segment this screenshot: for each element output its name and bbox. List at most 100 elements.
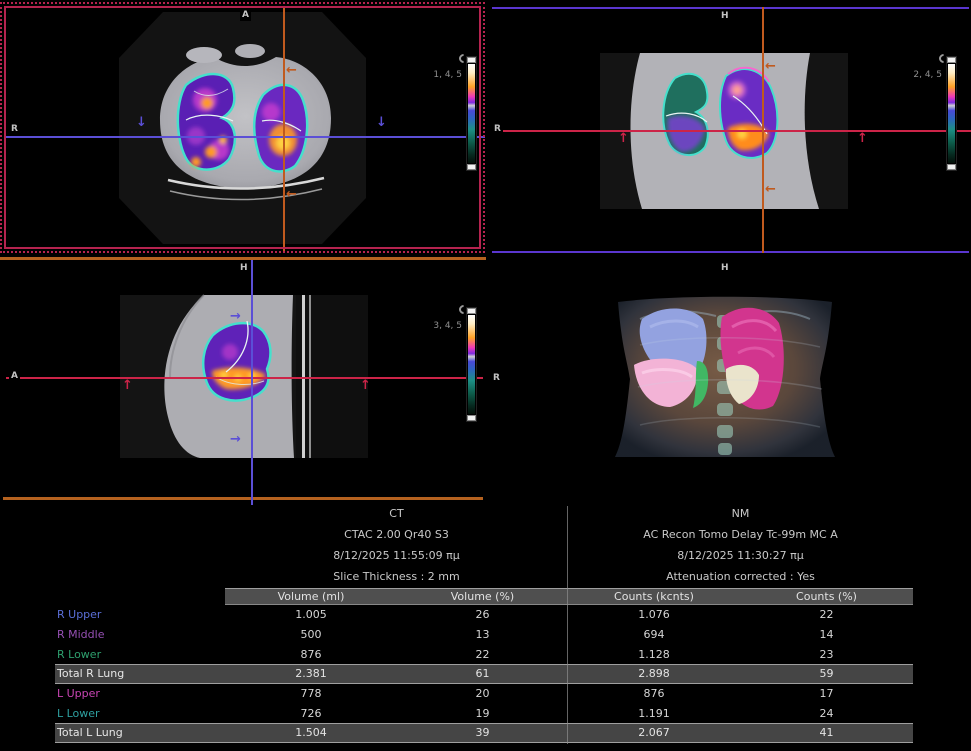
orientation-label-anterior: A <box>9 371 20 382</box>
axial-colorbar-label: 1, 4, 5 <box>412 70 462 80</box>
orientation-label-head: H <box>719 11 731 22</box>
crosshair-arrow-left-icon[interactable]: ← <box>286 64 297 77</box>
cell-counts-kcnts: 1.076 <box>568 608 740 621</box>
row-label: R Upper <box>55 608 225 621</box>
row-label: R Lower <box>55 648 225 661</box>
column-header-volume-ml: Volume (ml) <box>225 590 397 603</box>
crosshair-arrow-right-icon[interactable]: → <box>230 433 241 446</box>
cell-counts-pct: 17 <box>740 687 913 700</box>
crosshair-arrow-up-icon[interactable]: ↑ <box>618 132 629 145</box>
cell-counts-kcnts: 2.067 <box>568 726 740 739</box>
coronal-crosshair-vertical[interactable] <box>762 7 764 253</box>
cell-volume-ml: 2.381 <box>225 667 397 680</box>
crosshair-arrow-up-icon[interactable]: ↑ <box>360 379 371 392</box>
cell-volume-pct: 61 <box>397 667 568 680</box>
axial-crosshair-vertical[interactable] <box>283 8 285 252</box>
ct-nm-section-divider <box>567 506 568 744</box>
cell-counts-kcnts: 1.191 <box>568 707 740 720</box>
sagittal-frame-top <box>0 257 486 260</box>
nm-series-header: NM AC Recon Tomo Delay Tc-99m MC A 8/12/… <box>568 503 913 587</box>
sagittal-frame-bottom <box>3 497 483 500</box>
crosshair-arrow-left-icon[interactable]: ← <box>765 60 776 73</box>
table-row-total-right-lung: Total R Lung 2.381 61 2.898 59 <box>55 664 913 684</box>
sagittal-crosshair-vertical[interactable] <box>251 260 253 505</box>
ct-modality-label: CT <box>225 503 568 524</box>
cell-counts-kcnts: 694 <box>568 628 740 641</box>
volume-rendered-image <box>490 257 971 505</box>
cell-counts-kcnts: 2.898 <box>568 667 740 680</box>
cell-volume-pct: 13 <box>397 628 568 641</box>
colorbar-upper-handle[interactable] <box>467 57 476 63</box>
orientation-label-head: H <box>719 263 731 274</box>
table-row: L Lower 726 19 1.191 24 <box>55 703 913 723</box>
sagittal-colorbar[interactable] <box>466 307 477 422</box>
lobe-results-rows: R Upper 1.005 26 1.076 22 R Middle 500 1… <box>55 605 913 743</box>
coronal-colorbar[interactable] <box>946 56 957 171</box>
coronal-fused-image <box>490 0 971 256</box>
crosshair-arrow-left-icon[interactable]: ← <box>765 183 776 196</box>
column-header-counts-kcnts: Counts (kcnts) <box>568 590 740 603</box>
cell-volume-pct: 20 <box>397 687 568 700</box>
coronal-crosshair-horizontal[interactable] <box>492 130 971 132</box>
cell-counts-pct: 41 <box>740 726 913 739</box>
cell-volume-ml: 726 <box>225 707 397 720</box>
ct-series-header: CT CTAC 2.00 Qr40 S3 8/12/2025 11:55:09 … <box>225 503 568 587</box>
axial-crosshair-horizontal[interactable] <box>6 136 485 138</box>
table-row: L Upper 778 20 876 17 <box>55 684 913 704</box>
colorbar-lower-handle[interactable] <box>947 164 956 170</box>
colorbar-lower-handle[interactable] <box>467 415 476 421</box>
orientation-label-right: R <box>491 373 502 384</box>
crosshair-arrow-up-icon[interactable]: ↑ <box>122 379 133 392</box>
column-header-counts-pct: Counts (%) <box>740 590 913 603</box>
cell-volume-pct: 19 <box>397 707 568 720</box>
sagittal-fused-image <box>0 257 487 505</box>
sagittal-crosshair-horizontal[interactable] <box>6 377 483 379</box>
orientation-label-head: H <box>238 263 250 274</box>
cell-volume-ml: 778 <box>225 687 397 700</box>
cell-volume-ml: 1.005 <box>225 608 397 621</box>
crosshair-arrow-down-icon[interactable]: ↓ <box>376 116 387 129</box>
crosshair-arrow-up-icon[interactable]: ↑ <box>857 132 868 145</box>
nm-acquisition-datetime: 8/12/2025 11:30:27 πμ <box>568 545 913 566</box>
viewport-sagittal[interactable]: ↑ ↑ → → H A 3, 4, 5 <box>0 257 487 505</box>
viewport-axial[interactable]: ↓ ↓ ← ← A R 1, 4, 5 <box>0 0 487 256</box>
viewport-3d-volume[interactable]: H R <box>490 257 971 505</box>
colorbar-gradient <box>948 64 955 163</box>
crosshair-arrow-right-icon[interactable]: → <box>230 310 241 323</box>
cell-volume-pct: 26 <box>397 608 568 621</box>
cell-counts-kcnts: 876 <box>568 687 740 700</box>
colorbar-lower-handle[interactable] <box>467 164 476 170</box>
column-header-volume-pct: Volume (%) <box>397 590 568 603</box>
cell-counts-pct: 24 <box>740 707 913 720</box>
cell-counts-pct: 59 <box>740 667 913 680</box>
ct-acquisition-datetime: 8/12/2025 11:55:09 πμ <box>225 545 568 566</box>
nm-attenuation-corrected: Attenuation corrected : Yes <box>568 566 913 587</box>
nm-modality-label: NM <box>568 503 913 524</box>
colorbar-upper-handle[interactable] <box>947 57 956 63</box>
cell-counts-pct: 22 <box>740 608 913 621</box>
axial-colorbar[interactable] <box>466 56 477 171</box>
row-label: Total R Lung <box>55 667 225 680</box>
cell-counts-kcnts: 1.128 <box>568 648 740 661</box>
nm-series-description: AC Recon Tomo Delay Tc-99m MC A <box>568 524 913 545</box>
row-label: R Middle <box>55 628 225 641</box>
orientation-label-right: R <box>492 124 503 135</box>
colorbar-upper-handle[interactable] <box>467 308 476 314</box>
table-column-header-row: Volume (ml) Volume (%) Counts (kcnts) Co… <box>225 588 913 605</box>
sagittal-colorbar-label: 3, 4, 5 <box>412 321 462 331</box>
cell-volume-ml: 500 <box>225 628 397 641</box>
viewport-coronal[interactable]: ↑ ↑ ← ← H R 2, 4, 5 <box>490 0 971 256</box>
cell-volume-pct: 22 <box>397 648 568 661</box>
colorbar-gradient <box>468 315 475 414</box>
row-label: L Lower <box>55 707 225 720</box>
orientation-label-right: R <box>9 124 20 135</box>
orientation-label-anterior: A <box>240 10 251 21</box>
cell-volume-pct: 39 <box>397 726 568 739</box>
colorbar-gradient <box>468 64 475 163</box>
crosshair-arrow-left-icon[interactable]: ← <box>286 188 297 201</box>
crosshair-arrow-down-icon[interactable]: ↓ <box>136 116 147 129</box>
ct-series-description: CTAC 2.00 Qr40 S3 <box>225 524 568 545</box>
table-row: R Middle 500 13 694 14 <box>55 625 913 645</box>
lung-quantification-screen: ↓ ↓ ← ← A R 1, 4, 5 <box>0 0 971 751</box>
coronal-colorbar-label: 2, 4, 5 <box>892 70 942 80</box>
